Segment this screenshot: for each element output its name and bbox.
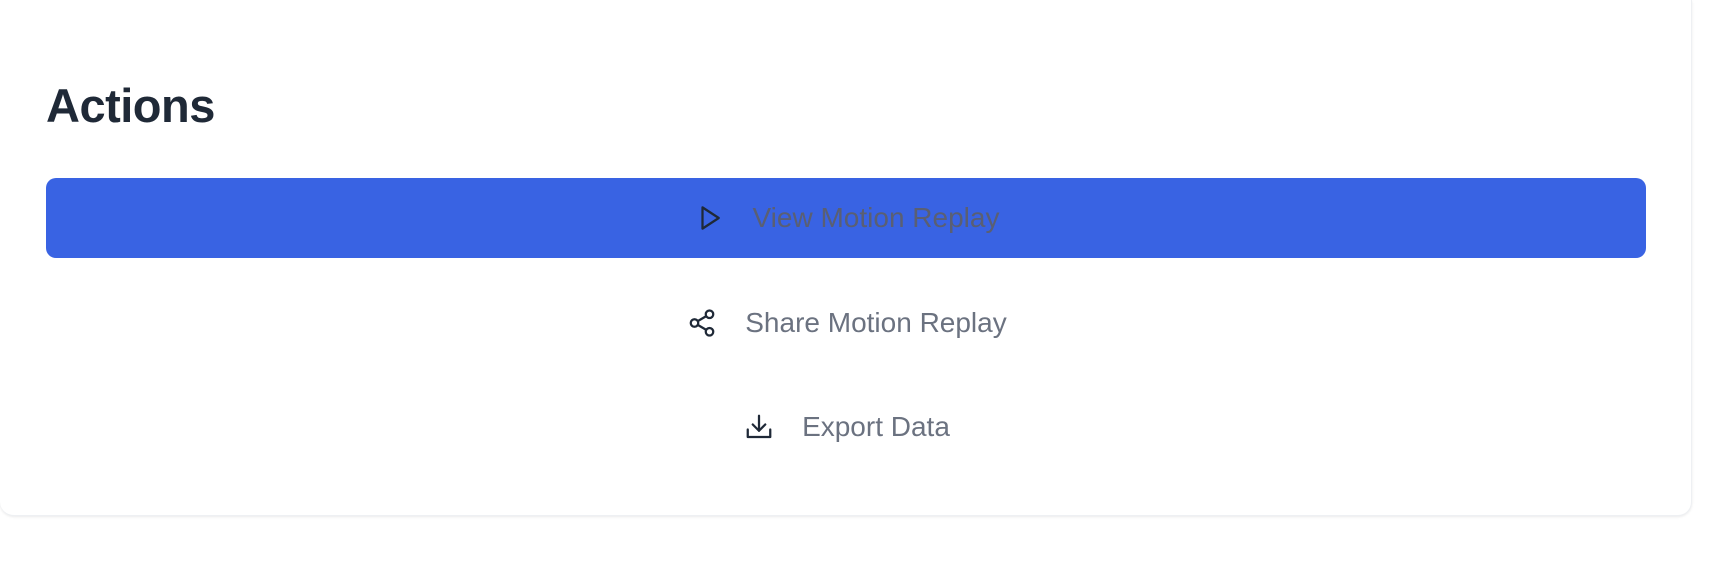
- actions-card: Actions View Motion Replay Share Motion …: [0, 0, 1692, 516]
- view-motion-replay-button[interactable]: View Motion Replay: [46, 178, 1646, 258]
- share-motion-replay-button[interactable]: Share Motion Replay: [46, 283, 1646, 363]
- card-title: Actions: [46, 79, 215, 132]
- view-motion-replay-label: View Motion Replay: [752, 202, 1000, 233]
- download-icon: [742, 410, 776, 444]
- play-icon: [693, 201, 727, 235]
- export-data-button[interactable]: Export Data: [46, 387, 1646, 467]
- share-icon: [685, 306, 719, 340]
- export-data-label: Export Data: [802, 411, 950, 442]
- share-motion-replay-label: Share Motion Replay: [745, 307, 1007, 338]
